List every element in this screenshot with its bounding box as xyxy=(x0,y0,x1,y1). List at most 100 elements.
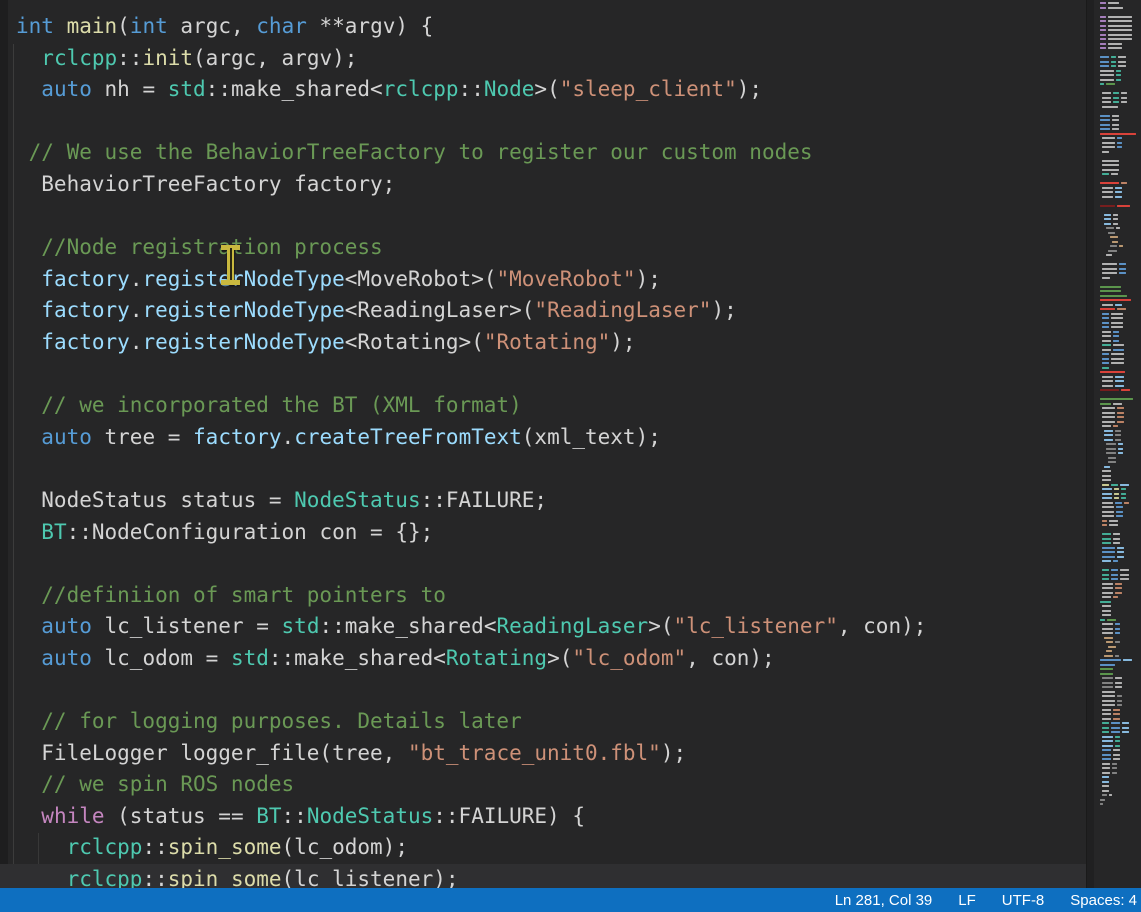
minimap-line xyxy=(1102,187,1113,189)
minimap-line xyxy=(1104,637,1113,639)
code-line[interactable]: // we incorporated the BT (XML format) xyxy=(16,390,1086,422)
code-line[interactable] xyxy=(16,453,1086,485)
status-cursor-position[interactable]: Ln 281, Col 39 xyxy=(835,892,933,909)
code-token: "ReadingLaser" xyxy=(534,298,711,322)
minimap-line xyxy=(1102,137,1115,139)
code-line[interactable]: factory.registerNodeType<MoveRobot>("Mov… xyxy=(16,264,1086,296)
code-line[interactable] xyxy=(16,201,1086,233)
code-line[interactable]: factory.registerNodeType<ReadingLaser>("… xyxy=(16,295,1086,327)
code-line[interactable]: auto lc_odom = std::make_shared<Rotating… xyxy=(16,643,1086,675)
minimap-line xyxy=(1120,574,1129,576)
code-token xyxy=(16,46,41,70)
code-token: NodeStatus status = xyxy=(16,488,294,512)
code-line[interactable] xyxy=(16,548,1086,580)
code-line[interactable]: BT::NodeConfiguration con = {}; xyxy=(16,517,1086,549)
code-token: rclcpp xyxy=(67,835,143,859)
minimap-line xyxy=(1111,317,1123,319)
code-line[interactable]: FileLogger logger_file(tree, "bt_trace_u… xyxy=(16,738,1086,770)
minimap-line xyxy=(1122,727,1129,729)
minimap-line xyxy=(1118,448,1123,450)
minimap-line xyxy=(1100,398,1133,400)
status-encoding[interactable]: UTF-8 xyxy=(1002,892,1045,909)
code-line[interactable]: // We use the BehaviorTreeFactory to reg… xyxy=(16,137,1086,169)
code-line[interactable] xyxy=(16,359,1086,391)
minimap-line xyxy=(1102,560,1111,562)
code-line[interactable]: //definiion of smart pointers to xyxy=(16,580,1086,612)
minimap-line xyxy=(1102,628,1113,630)
minimap-line xyxy=(1121,101,1127,103)
minimap-line xyxy=(1102,326,1109,328)
code-line[interactable]: rclcpp::init(argc, argv); xyxy=(16,43,1086,75)
minimap-line xyxy=(1118,443,1123,445)
code-line[interactable]: factory.registerNodeType<Rotating>("Rota… xyxy=(16,327,1086,359)
status-eol[interactable]: LF xyxy=(958,892,976,909)
code-line[interactable]: while (status == BT::NodeStatus::FAILURE… xyxy=(16,801,1086,833)
minimap-line xyxy=(1102,749,1111,751)
minimap-line xyxy=(1102,97,1111,99)
code-line[interactable]: auto tree = factory.createTreeFromText(x… xyxy=(16,422,1086,454)
status-indentation[interactable]: Spaces: 4 xyxy=(1070,892,1137,909)
code-token: auto xyxy=(41,77,92,101)
minimap-line xyxy=(1106,452,1116,454)
code-content: int main(int argc, char **argv) { rclcpp… xyxy=(0,0,1086,896)
minimap-line xyxy=(1123,659,1132,661)
minimap-line xyxy=(1100,16,1106,18)
minimap-line xyxy=(1121,389,1130,391)
code-token: rclcpp xyxy=(41,46,117,70)
code-line[interactable]: int main(int argc, char **argv) { xyxy=(16,11,1086,43)
minimap-line xyxy=(1100,61,1109,63)
minimap-line xyxy=(1112,763,1117,765)
code-line[interactable] xyxy=(16,674,1086,706)
minimap-line xyxy=(1102,322,1109,324)
minimap-line xyxy=(1102,727,1109,729)
minimap-line xyxy=(1116,74,1121,76)
minimap-line xyxy=(1100,619,1105,621)
minimap-line xyxy=(1115,196,1122,198)
code-line[interactable]: auto lc_listener = std::make_shared<Read… xyxy=(16,611,1086,643)
minimap-line xyxy=(1118,452,1123,454)
code-line[interactable]: // for logging purposes. Details later xyxy=(16,706,1086,738)
code-token: // we incorporated the BT (XML format) xyxy=(16,393,522,417)
minimap-line xyxy=(1113,97,1119,99)
minimap-line xyxy=(1113,560,1118,562)
minimap[interactable] xyxy=(1094,0,1141,888)
code-editor[interactable]: int main(int argc, char **argv) { rclcpp… xyxy=(0,0,1086,912)
minimap-line xyxy=(1120,578,1129,580)
code-line[interactable]: auto nh = std::make_shared<rclcpp::Node>… xyxy=(16,74,1086,106)
code-line[interactable]: NodeStatus status = NodeStatus::FAILURE; xyxy=(16,485,1086,517)
minimap-line xyxy=(1100,25,1106,27)
code-token: ::make_shared< xyxy=(319,614,496,638)
minimap-line xyxy=(1108,250,1117,252)
minimap-line xyxy=(1100,403,1111,405)
code-token: FileLogger logger_file(tree, xyxy=(16,741,408,765)
code-token: . xyxy=(130,267,143,291)
minimap-line xyxy=(1100,2,1106,4)
code-line[interactable]: //Node registration process xyxy=(16,232,1086,264)
code-token: (status == xyxy=(105,804,257,828)
minimap-line xyxy=(1104,466,1110,468)
code-token: ( xyxy=(117,14,130,38)
code-line[interactable] xyxy=(16,106,1086,138)
minimap-line xyxy=(1106,448,1116,450)
code-token: <MoveRobot>( xyxy=(345,267,497,291)
minimap-line xyxy=(1100,295,1127,297)
code-token: . xyxy=(282,425,295,449)
minimap-line xyxy=(1113,335,1119,337)
minimap-line xyxy=(1120,569,1129,571)
minimap-line xyxy=(1108,7,1123,9)
minimap-line xyxy=(1108,43,1122,45)
minimap-line xyxy=(1121,97,1127,99)
minimap-line xyxy=(1102,677,1113,679)
code-token: Node xyxy=(484,77,535,101)
minimap-line xyxy=(1100,56,1109,58)
minimap-line xyxy=(1102,781,1109,783)
minimap-line xyxy=(1102,101,1111,103)
code-token: . xyxy=(130,330,143,354)
code-line[interactable]: rclcpp::spin_some(lc_odom); xyxy=(16,832,1086,864)
minimap-line xyxy=(1100,124,1110,126)
code-token: ::make_shared< xyxy=(206,77,383,101)
minimap-line xyxy=(1102,713,1111,715)
code-line[interactable]: BehaviorTreeFactory factory; xyxy=(16,169,1086,201)
minimap-line xyxy=(1100,38,1106,40)
code-line[interactable]: // we spin ROS nodes xyxy=(16,769,1086,801)
